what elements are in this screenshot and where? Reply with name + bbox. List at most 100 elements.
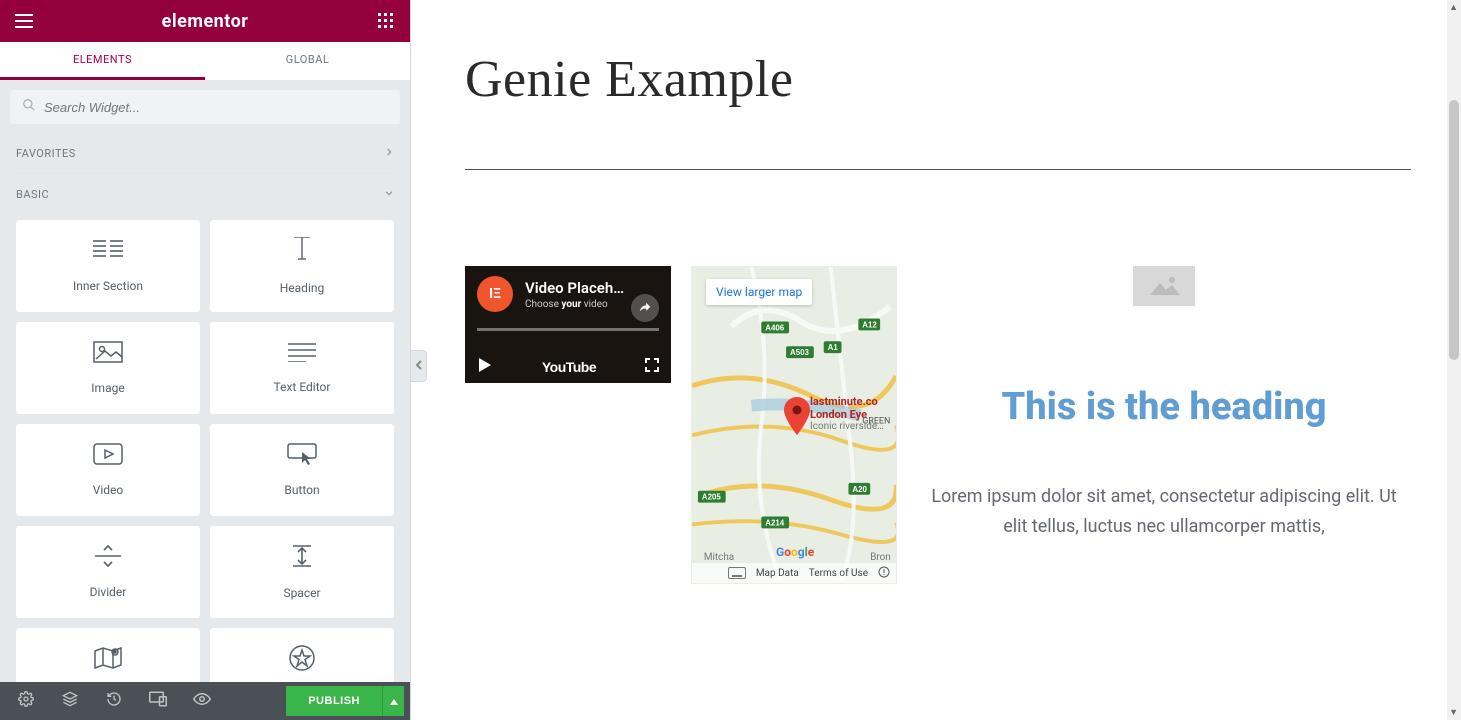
- panel-sections: FAVORITES BASIC Inner Section: [0, 134, 410, 682]
- view-larger-map-link[interactable]: View larger map: [706, 279, 812, 305]
- caret-up-icon: [390, 694, 398, 709]
- tab-elements[interactable]: ELEMENTS: [0, 42, 205, 80]
- progress-bar[interactable]: [477, 328, 659, 331]
- chevron-left-icon: [415, 359, 423, 374]
- column-map: A406 A12 A503 A1 A205 A214 A20 Mitcha Br…: [691, 266, 897, 584]
- eye-icon: [193, 692, 211, 710]
- svg-text:A503: A503: [790, 348, 810, 357]
- panel-tabs: ELEMENTS GLOBAL: [0, 42, 410, 80]
- widget-google-maps[interactable]: [16, 628, 200, 682]
- image-icon: [93, 341, 123, 367]
- image-placeholder[interactable]: [1133, 266, 1195, 306]
- column-video: IΞ Video Placeh… Choose your video YouTu…: [465, 266, 671, 584]
- panel-header: elementor: [0, 0, 410, 42]
- play-icon[interactable]: [477, 357, 493, 377]
- widget-text-editor[interactable]: Text Editor: [210, 322, 394, 414]
- chevron-right-icon: [384, 147, 394, 160]
- search-wrap: [0, 80, 410, 134]
- collapse-panel-button[interactable]: [411, 350, 427, 382]
- share-icon[interactable]: [631, 294, 659, 322]
- section-label: FAVORITES: [16, 147, 76, 160]
- widget-label: Text Editor: [274, 380, 331, 394]
- widget-label: Button: [284, 483, 319, 497]
- content-row: IΞ Video Placeh… Choose your video YouTu…: [465, 266, 1411, 584]
- map-place-label: lastminute.co London Eye Iconic riversid…: [810, 395, 884, 433]
- svg-text:A1: A1: [828, 343, 839, 352]
- scroll-up-icon[interactable]: ▲: [1449, 2, 1458, 13]
- scroll-down-icon[interactable]: ▼: [1449, 707, 1458, 718]
- terms-link[interactable]: Terms of Use: [809, 568, 868, 579]
- video-subtitle: Choose your video: [525, 299, 624, 310]
- search-input[interactable]: [10, 90, 400, 124]
- svg-text:A12: A12: [862, 320, 877, 329]
- publish-button[interactable]: PUBLISH: [286, 686, 382, 716]
- divider-icon: [95, 545, 121, 571]
- columns-icon: [93, 239, 123, 265]
- svg-text:A214: A214: [765, 518, 785, 527]
- panel-footer: PUBLISH: [0, 682, 410, 720]
- fullscreen-icon[interactable]: [645, 358, 659, 376]
- heading-widget[interactable]: This is the heading: [917, 386, 1411, 430]
- editor-panel: elementor ELEMENTS GLOBAL FAVORITES: [0, 0, 411, 720]
- layers-icon: [62, 691, 78, 711]
- map-widget[interactable]: A406 A12 A503 A1 A205 A214 A20 Mitcha Br…: [691, 266, 897, 584]
- elementor-badge-icon: IΞ: [477, 276, 513, 312]
- section-label: BASIC: [16, 188, 49, 201]
- apps-grid-icon[interactable]: [374, 9, 398, 33]
- google-logo: Google: [776, 545, 814, 559]
- widget-label: Video: [93, 483, 124, 497]
- map-footer: Map Data Terms of Use: [692, 563, 896, 583]
- navigator-button[interactable]: [50, 686, 90, 716]
- preview-canvas[interactable]: Genie Example IΞ Video Placeh… Choose yo…: [411, 0, 1461, 720]
- title-divider: [465, 169, 1411, 170]
- report-icon[interactable]: [878, 566, 890, 581]
- widget-heading[interactable]: Heading: [210, 220, 394, 312]
- responsive-button[interactable]: [138, 686, 178, 716]
- video-icon: [93, 443, 123, 469]
- preview-button[interactable]: [182, 686, 222, 716]
- keyboard-icon[interactable]: [728, 567, 746, 579]
- widget-inner-section[interactable]: Inner Section: [16, 220, 200, 312]
- text-editor-widget[interactable]: Lorem ipsum dolor sit amet, consectetur …: [917, 482, 1411, 543]
- widget-video[interactable]: Video: [16, 424, 200, 516]
- settings-button[interactable]: [6, 686, 46, 716]
- history-button[interactable]: [94, 686, 134, 716]
- vertical-scrollbar[interactable]: ▲ ▼: [1447, 0, 1461, 720]
- map-data-link[interactable]: Map Data: [756, 568, 799, 579]
- svg-text:A406: A406: [765, 323, 785, 332]
- heading-icon: [288, 237, 316, 267]
- widget-divider[interactable]: Divider: [16, 526, 200, 618]
- tab-global[interactable]: GLOBAL: [205, 42, 410, 80]
- page-title: Genie Example: [465, 50, 1411, 109]
- widget-star-rating[interactable]: [210, 628, 394, 682]
- spacer-icon: [289, 544, 315, 572]
- history-icon: [106, 691, 122, 711]
- section-favorites[interactable]: FAVORITES: [16, 134, 394, 174]
- widget-label: Heading: [280, 281, 325, 295]
- video-title: Video Placeh…: [525, 279, 624, 297]
- maps-icon: [93, 645, 123, 675]
- gear-icon: [18, 691, 34, 711]
- publish-options-button[interactable]: [382, 686, 404, 716]
- widget-label: Divider: [90, 585, 127, 599]
- section-basic[interactable]: BASIC: [16, 174, 394, 214]
- brand-logo: elementor: [162, 11, 249, 32]
- widget-label: Spacer: [283, 586, 320, 600]
- video-widget[interactable]: IΞ Video Placeh… Choose your video YouTu…: [465, 266, 671, 383]
- widget-label: Image: [91, 381, 124, 395]
- scrollbar-thumb[interactable]: [1449, 100, 1459, 360]
- svg-text:A20: A20: [852, 485, 867, 494]
- search-icon: [22, 98, 36, 116]
- widget-label: Inner Section: [73, 279, 143, 293]
- svg-text:A205: A205: [702, 493, 722, 502]
- widget-button[interactable]: Button: [210, 424, 394, 516]
- chevron-down-icon: [384, 188, 394, 201]
- button-icon: [287, 443, 317, 469]
- map-pin-icon: [784, 397, 810, 439]
- youtube-logo: YouTube: [542, 359, 596, 375]
- widget-image[interactable]: Image: [16, 322, 200, 414]
- app-root: elementor ELEMENTS GLOBAL FAVORITES: [0, 0, 1461, 720]
- hamburger-icon[interactable]: [12, 9, 36, 33]
- text-editor-icon: [288, 342, 316, 366]
- widget-spacer[interactable]: Spacer: [210, 526, 394, 618]
